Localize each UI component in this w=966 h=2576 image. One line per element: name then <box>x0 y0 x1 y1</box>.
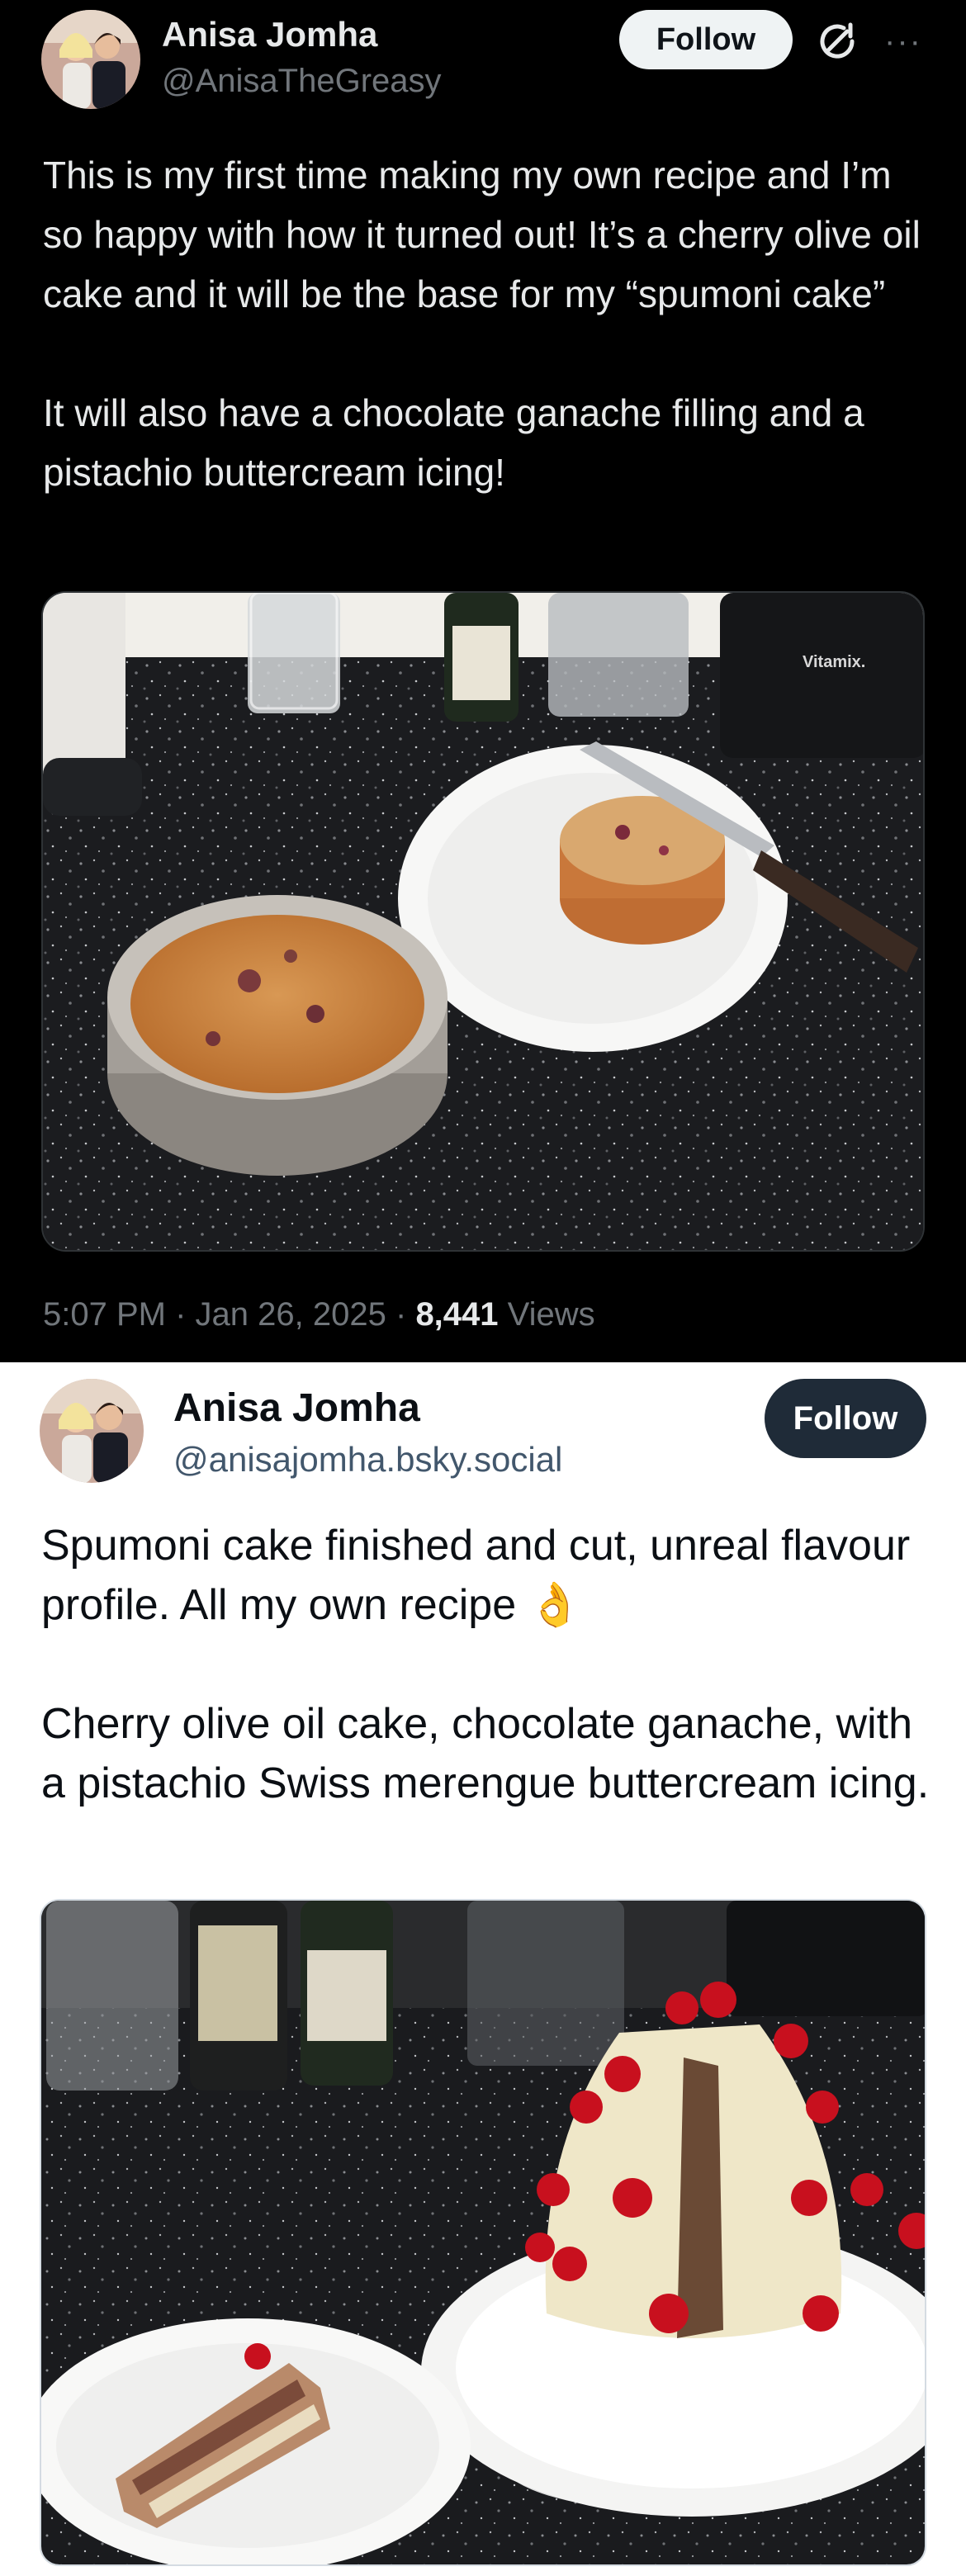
separator: · <box>175 1296 187 1333</box>
follow-button[interactable]: Follow <box>619 10 793 69</box>
post-text-paragraph: Spumoni cake finished and cut, unreal fl… <box>41 1522 911 1629</box>
author-handle[interactable]: @AnisaTheGreasy <box>162 63 442 100</box>
views-count: 8,441 <box>415 1296 499 1333</box>
avatar[interactable] <box>41 10 140 109</box>
post-meta: 5:07 PM · Jan 26, 2025 · 8,441 Views <box>43 1296 595 1333</box>
follow-button[interactable]: Follow <box>765 1379 926 1458</box>
bluesky-post: Anisa Jomha @anisajomha.bsky.social Foll… <box>0 1362 966 2576</box>
more-icon[interactable]: ··· <box>878 17 928 66</box>
post-text-paragraph: This is my first time making my own reci… <box>43 154 921 315</box>
grok-icon[interactable] <box>812 17 862 66</box>
post-text-paragraph: Cherry olive oil cake, chocolate ganache… <box>41 1700 930 1807</box>
author-handle[interactable]: @anisajomha.bsky.social <box>173 1440 562 1480</box>
views-label: Views <box>507 1296 595 1333</box>
post-time[interactable]: 5:07 PM <box>43 1296 166 1333</box>
post-text: This is my first time making my own reci… <box>43 145 935 502</box>
avatar[interactable] <box>40 1379 144 1483</box>
author-name[interactable]: Anisa Jomha <box>173 1385 420 1431</box>
post-text: Spumoni cake finished and cut, unreal fl… <box>41 1516 941 1813</box>
post-image[interactable] <box>40 1899 926 2566</box>
post-text-paragraph: It will also have a chocolate ganache fi… <box>43 391 864 494</box>
author-name[interactable]: Anisa Jomha <box>162 15 377 54</box>
post-date[interactable]: Jan 26, 2025 <box>196 1296 386 1333</box>
vitamix-label: Vitamix. <box>803 653 865 671</box>
separator: · <box>395 1296 407 1333</box>
post-image[interactable]: Vitamix. <box>41 591 925 1252</box>
x-post: Anisa Jomha @AnisaTheGreasy Follow ··· T… <box>0 0 966 1362</box>
